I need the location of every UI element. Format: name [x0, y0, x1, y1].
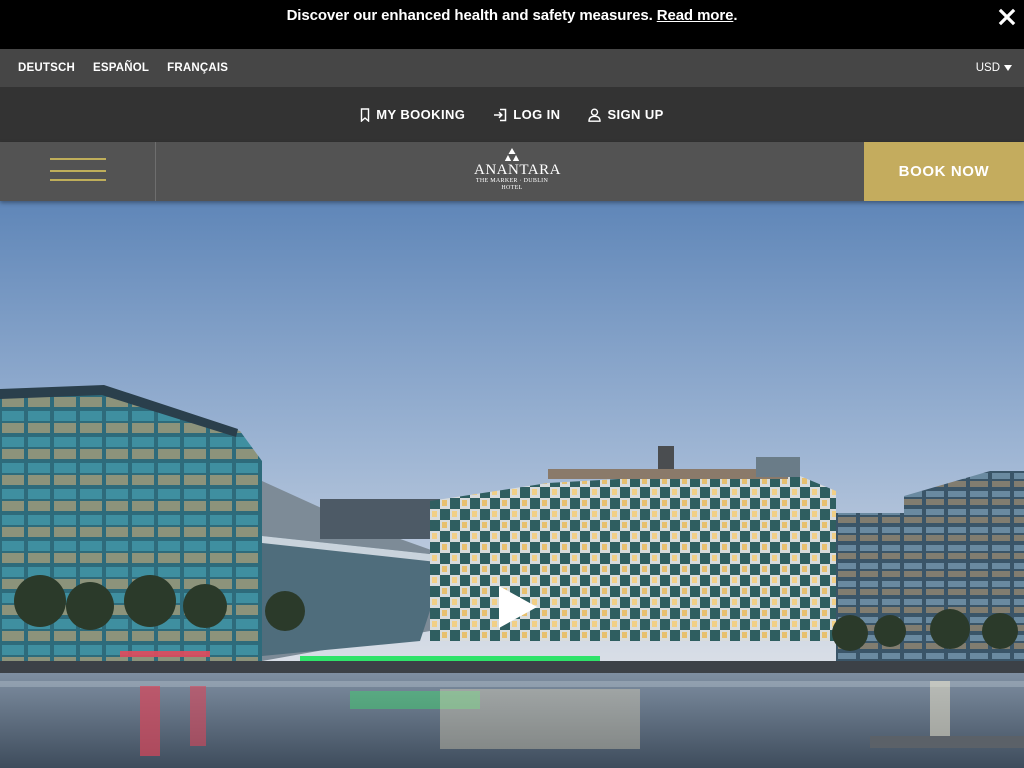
- bookmark-icon: [361, 107, 370, 122]
- login-icon: [494, 108, 507, 121]
- sign-up-link[interactable]: SIGN UP: [588, 107, 663, 122]
- my-booking-link[interactable]: MY BOOKING: [360, 107, 465, 122]
- language-bar: DEUTSCH ESPAÑOL FRANÇAIS USD: [0, 49, 1024, 87]
- language-espanol[interactable]: ESPAÑOL: [93, 62, 149, 74]
- language-francais[interactable]: FRANÇAIS: [167, 62, 228, 74]
- play-icon[interactable]: [497, 584, 539, 630]
- logo-emblem-icon: [504, 148, 520, 161]
- sign-up-label: SIGN UP: [607, 107, 664, 122]
- currency-selector[interactable]: USD: [976, 49, 1012, 87]
- user-icon: [588, 107, 602, 122]
- read-more-link[interactable]: Read more: [657, 7, 734, 24]
- anantara-logo[interactable]: ANANTARA THE MARKER · DUBLIN HOTEL: [474, 148, 561, 196]
- main-navigation: ANANTARA THE MARKER · DUBLIN HOTEL BOOK …: [0, 142, 1024, 201]
- announcement-text: Discover our enhanced health and safety …: [286, 7, 653, 24]
- caret-down-icon: [1004, 65, 1012, 71]
- logo-subtitle-hotel: HOTEL: [501, 184, 523, 191]
- logo-name: ANANTARA: [474, 162, 561, 178]
- hero-image: [0, 201, 1024, 768]
- my-booking-label: MY BOOKING: [376, 107, 466, 122]
- book-now-button[interactable]: BOOK NOW: [864, 142, 1024, 201]
- logo-subtitle: THE MARKER · DUBLIN: [475, 178, 549, 184]
- language-deutsch[interactable]: DEUTSCH: [18, 62, 75, 74]
- log-in-label: LOG IN: [513, 107, 561, 122]
- announcement-bar: Discover our enhanced health and safety …: [0, 0, 1024, 49]
- account-bar: MY BOOKING LOG IN SIGN UP: [0, 87, 1024, 142]
- announcement-message: Discover our enhanced health and safety …: [287, 7, 738, 24]
- hamburger-menu-icon[interactable]: [0, 142, 156, 201]
- currency-label: USD: [975, 62, 1000, 74]
- hero-scene: [0, 201, 1024, 768]
- announcement-period: .: [733, 7, 738, 24]
- log-in-link[interactable]: LOG IN: [493, 107, 560, 122]
- close-icon[interactable]: [996, 6, 1018, 28]
